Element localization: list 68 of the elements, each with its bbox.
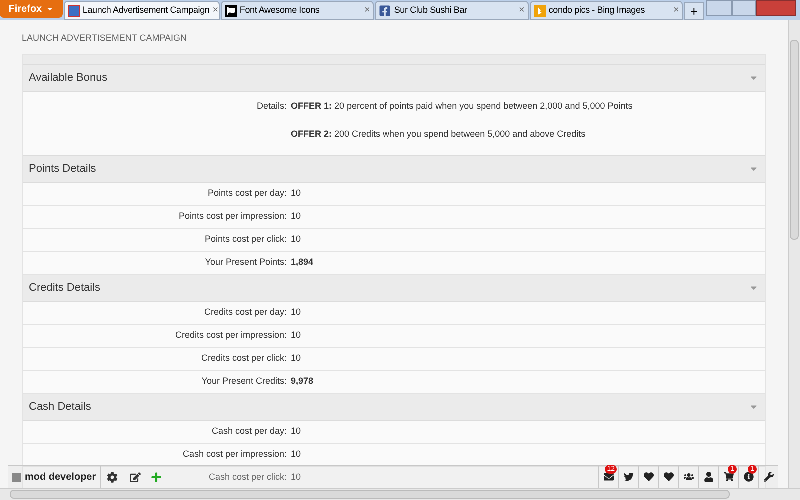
tab-close-button[interactable]: × xyxy=(364,3,370,18)
section-heading: Available Bonus xyxy=(29,70,108,86)
field-label: Your Present Credits: xyxy=(202,375,287,388)
field-value: 10 xyxy=(291,210,302,224)
tab-title: Sur Club Sushi Bar xyxy=(394,4,468,17)
new-tab-button[interactable]: + xyxy=(684,2,704,20)
field-value: 10 xyxy=(291,329,302,342)
browser-tab[interactable]: condo pics - Bing Images × xyxy=(530,1,684,20)
users-icon[interactable] xyxy=(684,472,694,482)
user-icon[interactable] xyxy=(704,472,714,482)
settings-icon[interactable] xyxy=(107,472,118,482)
tab-close-button[interactable]: × xyxy=(519,3,525,18)
browser-tab[interactable]: Sur Club Sushi Bar × xyxy=(375,1,529,20)
field-label: Points cost per day: xyxy=(208,187,287,200)
field-label: Credits cost per impression: xyxy=(175,329,287,342)
wrench-icon[interactable] xyxy=(764,472,774,482)
section-header[interactable]: Available Bonus xyxy=(23,65,765,92)
field-value: 1,894 xyxy=(291,256,314,270)
field-value: 10 xyxy=(291,425,302,438)
field-value: 9,978 xyxy=(291,375,314,388)
field-label: Credits cost per click: xyxy=(201,352,287,366)
offer-text: OFFER 1: 20 percent of points paid when you spend between 2,000 and 5,000 Points xyxy=(291,100,633,113)
section-heading: Cash Details xyxy=(29,400,92,415)
section-header[interactable]: Credits Details xyxy=(23,275,765,302)
app-favicon-icon xyxy=(68,4,80,16)
vertical-scrollbar[interactable] xyxy=(788,20,800,488)
bing-icon xyxy=(534,4,546,16)
field-label: Cash cost per impression: xyxy=(182,448,287,462)
field-label: Cash cost per click: xyxy=(208,471,287,484)
browser-tab[interactable]: Launch Advertisement Campaign × xyxy=(64,1,220,20)
facebook-icon xyxy=(379,4,392,16)
field-label: Your Present Points: xyxy=(205,256,287,270)
field-value: 10 xyxy=(291,352,302,366)
caret-icon xyxy=(46,5,54,13)
field-label: Cash cost per day: xyxy=(212,425,287,438)
offer-text: OFFER 2: 200 Credits when you spend between 5,000 and above Credits xyxy=(291,128,587,141)
field-label: Points cost per impression: xyxy=(178,210,287,224)
username[interactable]: mod developer xyxy=(25,470,96,484)
details-label: Details: xyxy=(256,100,288,113)
cart-icon[interactable] xyxy=(724,472,734,482)
tab-close-button[interactable]: × xyxy=(212,3,219,18)
heart-icon[interactable] xyxy=(664,472,674,482)
page-title: LAUNCH ADVERTISEMENT CAMPAIGN xyxy=(22,32,188,45)
flag-icon xyxy=(224,4,237,16)
tab-title: Font Awesome Icons xyxy=(240,4,321,17)
heart-icon[interactable] xyxy=(644,472,654,482)
tab-title: Launch Advertisement Campaign xyxy=(82,4,210,17)
field-value: 10 xyxy=(291,448,302,462)
tab-title: condo pics - Bing Images xyxy=(548,4,646,17)
info-icon[interactable] xyxy=(744,472,754,482)
section-heading: Points Details xyxy=(29,162,96,177)
field-value: 10 xyxy=(291,233,302,246)
tab-close-button[interactable]: × xyxy=(673,3,680,18)
field-label: Points cost per click: xyxy=(204,233,287,246)
bird-icon[interactable] xyxy=(624,472,634,482)
field-value: 10 xyxy=(291,187,302,200)
mail-icon[interactable] xyxy=(604,472,614,482)
edit-icon[interactable] xyxy=(130,472,142,482)
field-value: 10 xyxy=(291,471,302,484)
section-header[interactable]: Cash Details xyxy=(23,394,765,421)
add-icon[interactable] xyxy=(151,472,162,482)
browser-tab[interactable]: Font Awesome Icons × xyxy=(220,1,374,20)
horizontal-scrollbar[interactable] xyxy=(0,488,800,500)
section-header[interactable]: Points Details xyxy=(23,156,765,183)
window-controls-drawing[interactable] xyxy=(706,0,796,16)
field-value: 10 xyxy=(291,306,302,320)
section-heading: Credits Details xyxy=(29,280,101,296)
field-label: Credits cost per day: xyxy=(204,306,287,320)
